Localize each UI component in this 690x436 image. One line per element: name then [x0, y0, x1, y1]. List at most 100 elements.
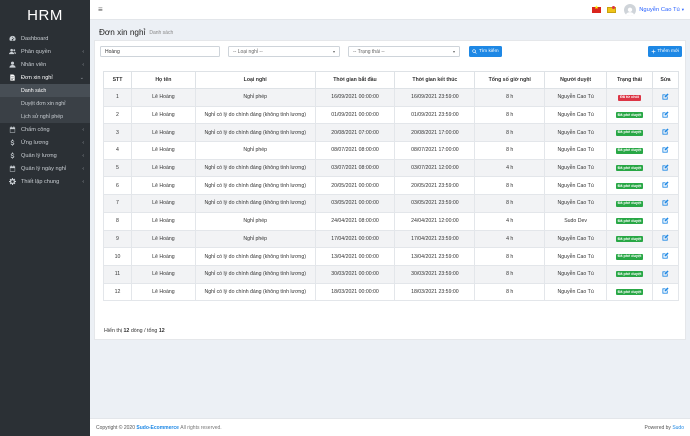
edit-icon[interactable]	[662, 270, 669, 277]
cell-approver: Nguyễn Cao Tú	[544, 264, 608, 284]
edit-icon[interactable]	[662, 181, 669, 188]
status-select[interactable]: -- Trạng thái -- ▾	[348, 46, 460, 57]
cell-start-time: 08/07/2021 08:00:00	[314, 141, 396, 160]
user-icon	[8, 61, 16, 69]
sidebar-item-dashboard[interactable]: Dashboard	[0, 32, 90, 45]
column-header: Thời gian kết thúc	[394, 71, 476, 89]
sidebar-item-salary-management[interactable]: Quản lý lương ‹	[0, 149, 90, 162]
cell-end-time: 13/04/2021 23:59:00	[394, 247, 476, 266]
table-row: 1 Lê Hoàng Nghỉ phép 16/09/2021 00:00:00 16/…	[103, 88, 680, 107]
status-badge: Đã phê duyệt	[615, 183, 644, 190]
cell-edit	[651, 176, 680, 196]
cell-edit	[651, 105, 680, 125]
cell-name: Lê Hoàng	[130, 105, 196, 125]
cell-name: Lê Hoàng	[130, 247, 196, 266]
sidebar-item-employees[interactable]: Nhân viên ‹	[0, 58, 90, 71]
notification-icon[interactable]	[607, 5, 617, 13]
app-logo[interactable]: HRM	[0, 0, 90, 30]
cell-stt: 11	[103, 264, 132, 284]
cell-total-hours: 8 h	[474, 141, 546, 160]
plus-icon	[651, 49, 656, 54]
edit-icon[interactable]	[662, 252, 669, 259]
main-content: Đơn xin nghỉ Danh sách Hoàng -- Loại ngh…	[90, 20, 690, 416]
cell-end-time: 08/07/2021 17:00:00	[394, 141, 476, 160]
edit-icon[interactable]	[662, 164, 669, 171]
cell-leave-type: Nghỉ có lý do chính đáng (không tính lươ…	[194, 247, 316, 266]
status-select-value: -- Trạng thái --	[353, 48, 385, 55]
cell-stt: 2	[103, 105, 132, 125]
chevron-left-icon: ‹	[82, 61, 84, 68]
add-new-button[interactable]: Thêm mới	[648, 46, 682, 57]
sidebar-subitem-list[interactable]: Danh sách	[0, 84, 90, 97]
cell-total-hours: 4 h	[474, 211, 546, 231]
search-button[interactable]: Tìm kiếm	[469, 46, 502, 57]
menu-toggle-icon[interactable]: ≡	[98, 5, 103, 14]
leave-type-select-value: -- Loại nghỉ --	[233, 48, 263, 55]
cell-stt: 4	[103, 141, 132, 160]
list-card: Hoàng -- Loại nghỉ -- ▾ -- Trạng thái --…	[94, 40, 686, 340]
status-badge: Đã phê duyệt	[615, 218, 644, 225]
user-name[interactable]: Nguyễn Cao Tú	[639, 7, 680, 13]
sidebar-item-label: Phân quyền	[21, 48, 51, 55]
sidebar-menu: Dashboard Phân quyền ‹ Nhân viên ‹ Đơn x…	[0, 32, 90, 188]
footer-powered-link[interactable]: Sudo	[672, 425, 684, 431]
sidebar-subitem-history[interactable]: Lịch sử nghỉ phép	[0, 110, 90, 123]
cell-status: Đã phê duyệt	[606, 141, 653, 160]
sidebar-item-timekeeping[interactable]: Chấm công ‹	[0, 123, 90, 136]
edit-icon[interactable]	[662, 234, 669, 241]
sidebar-item-days-off[interactable]: Quản lý ngày nghỉ ‹	[0, 162, 90, 175]
cell-total-hours: 8 h	[474, 282, 546, 302]
table-row: 10 Lê Hoàng Nghỉ có lý do chính đáng (khôn…	[103, 247, 680, 266]
sidebar-subitem-approve[interactable]: Duyệt đơn xin nghỉ	[0, 97, 90, 110]
avatar[interactable]	[624, 3, 637, 16]
cell-start-time: 30/03/2021 00:00:00	[314, 264, 396, 284]
edit-icon[interactable]	[662, 110, 669, 118]
cell-name: Lê Hoàng	[130, 123, 196, 143]
column-header: STT	[103, 71, 132, 89]
cell-name: Lê Hoàng	[130, 158, 196, 178]
edit-icon[interactable]	[662, 199, 669, 206]
chevron-left-icon: ‹	[82, 152, 84, 159]
cell-approver: Nguyễn Cao Tú	[544, 105, 608, 125]
sidebar-item-settings[interactable]: Thiết lập chung ‹	[0, 175, 90, 188]
sidebar-item-label: Dashboard	[21, 35, 49, 42]
chevron-left-icon: ‹	[82, 126, 84, 133]
edit-icon[interactable]	[662, 146, 669, 153]
cell-edit	[651, 88, 680, 107]
cell-name: Lê Hoàng	[130, 264, 196, 284]
cell-start-time: 20/08/2021 07:00:00	[314, 123, 396, 143]
cell-status: Đã phê duyệt	[606, 176, 653, 196]
column-header: Loại nghỉ	[194, 71, 316, 89]
cell-status: Đã phê duyệt	[606, 282, 653, 302]
search-input[interactable]: Hoàng	[100, 46, 220, 57]
cell-edit	[651, 247, 680, 266]
column-header: Họ tên	[130, 71, 196, 89]
cell-approver: Nguyễn Cao Tú	[544, 282, 608, 302]
footer-brand-link[interactable]: Sudo-Ecommerce	[136, 425, 179, 431]
sidebar-item-permissions[interactable]: Phân quyền ‹	[0, 45, 90, 58]
edit-icon[interactable]	[662, 128, 669, 135]
cell-edit	[651, 141, 680, 160]
status-badge: Đã phê duyệt	[615, 200, 644, 207]
footer: Copyright © 2020 Sudo-Ecommerce All righ…	[90, 418, 690, 436]
column-header: Trạng thái	[606, 71, 653, 89]
cell-end-time: 20/05/2021 23:59:00	[394, 176, 476, 196]
edit-icon[interactable]	[662, 217, 669, 224]
sidebar-item-label: Thiết lập chung	[21, 178, 60, 185]
cell-total-hours: 4 h	[474, 158, 546, 178]
leave-type-select[interactable]: -- Loại nghỉ -- ▾	[228, 46, 340, 57]
edit-icon[interactable]	[662, 287, 669, 294]
language-flag-icon[interactable]	[592, 5, 602, 13]
status-badge: Đã phê duyệt	[615, 289, 644, 296]
cell-stt: 7	[103, 194, 132, 213]
footer-powered-prefix: Powered by	[644, 424, 671, 431]
chevron-down-icon[interactable]: ▾	[682, 7, 684, 13]
search-button-label: Tìm kiếm	[478, 49, 499, 54]
sidebar-item-salary-advance[interactable]: Ứng lương ‹	[0, 136, 90, 149]
cell-leave-type: Nghỉ có lý do chính đáng (không tính lươ…	[194, 194, 316, 213]
chevron-down-icon: ⌄	[79, 74, 84, 81]
sidebar-item-label: Quản lý ngày nghỉ	[21, 165, 67, 172]
sidebar-item-leave-requests[interactable]: Đơn xin nghỉ ⌄	[0, 71, 90, 84]
edit-icon[interactable]	[662, 93, 669, 100]
cell-total-hours: 8 h	[474, 176, 546, 196]
